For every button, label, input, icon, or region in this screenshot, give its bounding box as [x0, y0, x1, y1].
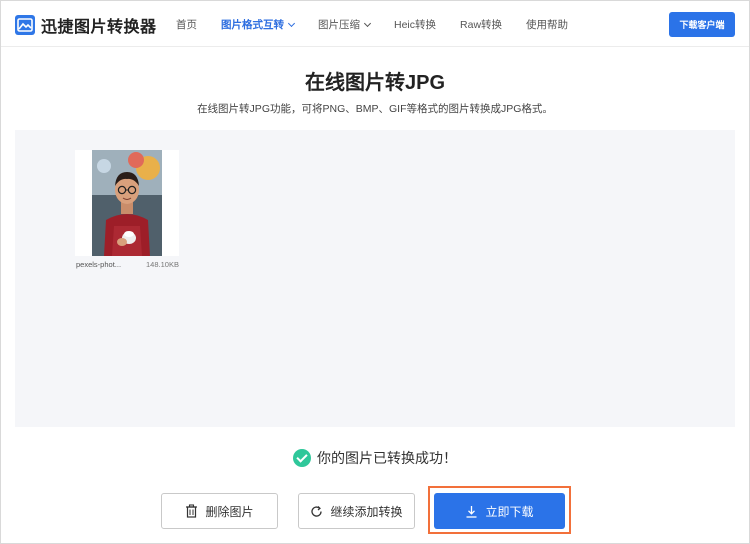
nav-item-home[interactable]: 首页: [176, 17, 197, 32]
continue-label: 继续添加转换: [330, 504, 403, 519]
success-message: 你的图片已转换成功！: [0, 448, 750, 468]
check-circle-icon: [293, 449, 311, 467]
success-text: 你的图片已转换成功！: [317, 450, 457, 466]
chevron-down-icon: [363, 19, 372, 27]
delete-image-button[interactable]: 删除图片: [161, 493, 278, 529]
nav-label: 首页: [176, 19, 197, 31]
chevron-down-icon: [287, 19, 296, 27]
continue-add-button[interactable]: 继续添加转换: [298, 493, 415, 529]
download-client-button[interactable]: 下载客户端: [669, 12, 735, 37]
page-subtitle: 在线图片转JPG功能，可将PNG、BMP、GIF等格式的图片转换成JPG格式。: [197, 103, 553, 115]
nav-label: 图片压缩: [318, 19, 360, 31]
logo-text: 迅捷图片转换器: [41, 19, 157, 36]
file-thumbnail-card[interactable]: [75, 150, 179, 256]
trash-icon: [186, 504, 198, 518]
page-title: 在线图片转JPG: [304, 72, 446, 94]
file-name: pexels-phot...: [76, 260, 122, 269]
file-thumbnail-image: [92, 150, 162, 256]
logo-icon: [15, 15, 35, 35]
top-navbar: 迅捷图片转换器 首页 图片格式互转 图片压缩 Heic转换 Raw转换 使用帮助…: [1, 1, 749, 47]
file-size: 148.10KB: [146, 260, 179, 269]
nav-item-raw[interactable]: Raw转换: [460, 17, 502, 32]
nav-item-heic[interactable]: Heic转换: [394, 17, 436, 32]
nav-label: 图片格式互转: [221, 19, 284, 31]
refresh-icon: [311, 505, 323, 517]
logo[interactable]: 迅捷图片转换器: [15, 13, 157, 37]
download-icon: [466, 505, 477, 518]
download-now-button[interactable]: 立即下载: [434, 493, 565, 529]
nav-item-format-convert[interactable]: 图片格式互转: [221, 17, 296, 32]
nav-label: 使用帮助: [526, 19, 569, 31]
delete-label: 删除图片: [205, 504, 254, 519]
nav-label: Heic转换: [394, 19, 437, 31]
download-label: 立即下载: [485, 504, 534, 519]
nav-item-help[interactable]: 使用帮助: [526, 17, 568, 32]
nav-item-compress[interactable]: 图片压缩: [318, 17, 372, 32]
main-nav: 首页 图片格式互转 图片压缩 Heic转换 Raw转换 使用帮助: [176, 17, 592, 32]
nav-label: Raw转换: [460, 19, 503, 31]
